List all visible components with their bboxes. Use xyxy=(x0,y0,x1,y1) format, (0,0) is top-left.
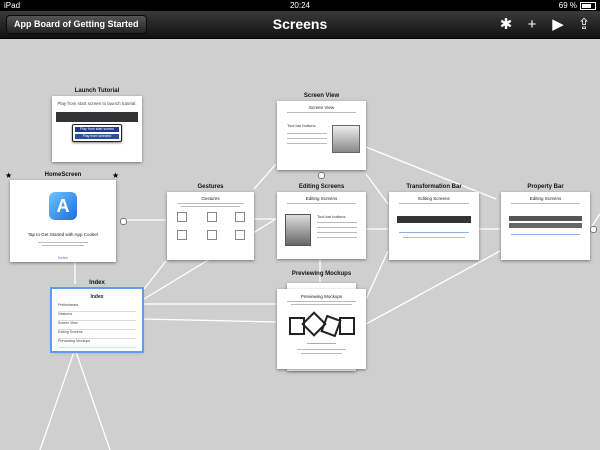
status-bar: iPad 20:24 69 % xyxy=(0,0,600,11)
text-line xyxy=(287,133,327,134)
card-title-gestures: Gestures xyxy=(197,184,224,190)
text-line xyxy=(287,112,356,113)
text-line xyxy=(287,138,327,139)
text-line xyxy=(177,203,244,204)
screen-card-gestures[interactable]: Gestures xyxy=(167,192,254,260)
screen-card-transformation-bar[interactable]: Editing Screens xyxy=(389,192,479,260)
gesture-thumb-icon xyxy=(235,230,245,240)
text-line xyxy=(297,349,346,350)
card-title-screen-view: Screen View xyxy=(303,93,340,99)
battery-icon xyxy=(580,1,596,10)
card-title-homescreen: HomeScreen xyxy=(44,172,82,178)
screen-card-homescreen[interactable]: A Tap to Get Started with App Cooker Ind… xyxy=(10,180,116,262)
card-title-previewing-mockups: Previewing Mockups xyxy=(291,271,352,277)
index-row[interactable]: Editing Screens xyxy=(58,330,136,339)
text-line xyxy=(317,227,357,228)
gesture-thumb-icon xyxy=(177,230,187,240)
text-line xyxy=(511,203,580,204)
text-line xyxy=(317,237,357,238)
text-line xyxy=(511,234,580,235)
screen-card-property-bar[interactable]: Editing Screens xyxy=(501,192,590,260)
play-from-selected-button[interactable]: Play from selected xyxy=(75,134,119,139)
launch-tutorial-text: Play from start screen to launch tutoria… xyxy=(57,101,137,106)
text-line xyxy=(307,343,336,344)
plus-icon[interactable]: + xyxy=(524,14,540,35)
property-bar-preview xyxy=(509,216,582,221)
launch-toolbar-preview xyxy=(56,112,138,122)
text-line xyxy=(399,232,469,233)
app-cooker-logo-icon: A xyxy=(49,192,77,220)
gesture-thumb-icon xyxy=(207,230,217,240)
index-row[interactable]: Previewing Mockups xyxy=(58,339,136,348)
homescreen-text: Tap to Get Started with App Cooker xyxy=(27,232,99,237)
bug-icon[interactable]: ✱ xyxy=(498,14,514,35)
screen-card-screen-view[interactable]: Screen View Tool bar buttons xyxy=(277,101,366,170)
editing-inner-title: Editing Screens xyxy=(305,196,338,201)
text-line xyxy=(38,242,88,243)
screen-card-editing-screens[interactable]: Editing Screens Tool bar buttons xyxy=(277,192,366,259)
index-inner-title: Index xyxy=(90,294,104,300)
previewing-inner-title: Previewing Mockups xyxy=(300,294,343,299)
property-inner-title: Editing Screens xyxy=(529,196,562,201)
screen-card-launch-tutorial[interactable]: Play from start screen to launch tutoria… xyxy=(52,96,142,162)
index-row[interactable]: Preliminaries xyxy=(58,303,136,312)
text-line xyxy=(42,245,84,246)
preview-image xyxy=(332,125,360,153)
toolbar-buttons-label: Tool bar buttons xyxy=(287,123,316,128)
text-line xyxy=(301,353,342,354)
card-title-transformation-bar: Transformation Bar xyxy=(406,184,462,190)
screen-view-inner-title: Screen View xyxy=(308,105,335,110)
text-line xyxy=(181,206,240,207)
share-icon[interactable]: ⇪ xyxy=(576,14,592,35)
gesture-thumb-icon xyxy=(207,212,217,222)
launch-popover: Play from start screen Play from selecte… xyxy=(72,124,122,142)
play-from-start-button[interactable]: Play from start screen xyxy=(75,127,119,132)
property-bar-preview xyxy=(509,223,582,228)
card-title-launch-tutorial: Launch Tutorial xyxy=(74,88,120,94)
screens-canvas[interactable]: Launch Tutorial Play from start screen t… xyxy=(0,39,600,450)
preview-image xyxy=(285,214,311,246)
card-title-index: Index xyxy=(89,280,105,286)
text-line xyxy=(291,304,352,305)
screen-card-previewing-mockups[interactable]: Previewing Mockups xyxy=(277,289,366,369)
card-title-property-bar: Property Bar xyxy=(527,184,564,190)
play-icon[interactable]: ▶ xyxy=(550,14,566,35)
text-line xyxy=(317,222,357,223)
text-line xyxy=(317,232,357,233)
text-line xyxy=(399,203,469,204)
index-link[interactable]: Index xyxy=(10,255,116,260)
text-line xyxy=(287,301,356,302)
device-frame-icon xyxy=(339,317,355,335)
card-title-editing-screens: Editing Screens xyxy=(298,184,345,190)
battery-percent: 69 % xyxy=(558,1,577,10)
toolbar-buttons-label: Tool bar buttons xyxy=(317,214,346,219)
screen-card-index[interactable]: Index Preliminaries Gestures Screen View… xyxy=(50,287,144,353)
connector-dot xyxy=(590,226,597,233)
text-line xyxy=(403,237,465,238)
toolbar-preview xyxy=(397,216,471,223)
connector-dot xyxy=(120,218,127,225)
connector-dot xyxy=(318,172,325,179)
gesture-thumb-icon xyxy=(177,212,187,222)
text-line xyxy=(287,143,327,144)
text-line xyxy=(287,203,356,204)
toolbar: ✱ + ▶ ⇪ xyxy=(498,14,592,35)
gestures-inner-title: Gestures xyxy=(201,196,220,201)
transformation-inner-title: Editing Screens xyxy=(418,196,450,201)
clock: 20:24 xyxy=(289,1,311,10)
gesture-thumb-icon xyxy=(235,212,245,222)
index-row[interactable]: Screen View xyxy=(58,321,136,330)
battery-indicator: 69 % xyxy=(559,0,596,11)
index-row[interactable]: Gestures xyxy=(58,312,136,321)
navigation-bar: App Board of Getting Started Screens ✱ +… xyxy=(0,11,600,39)
